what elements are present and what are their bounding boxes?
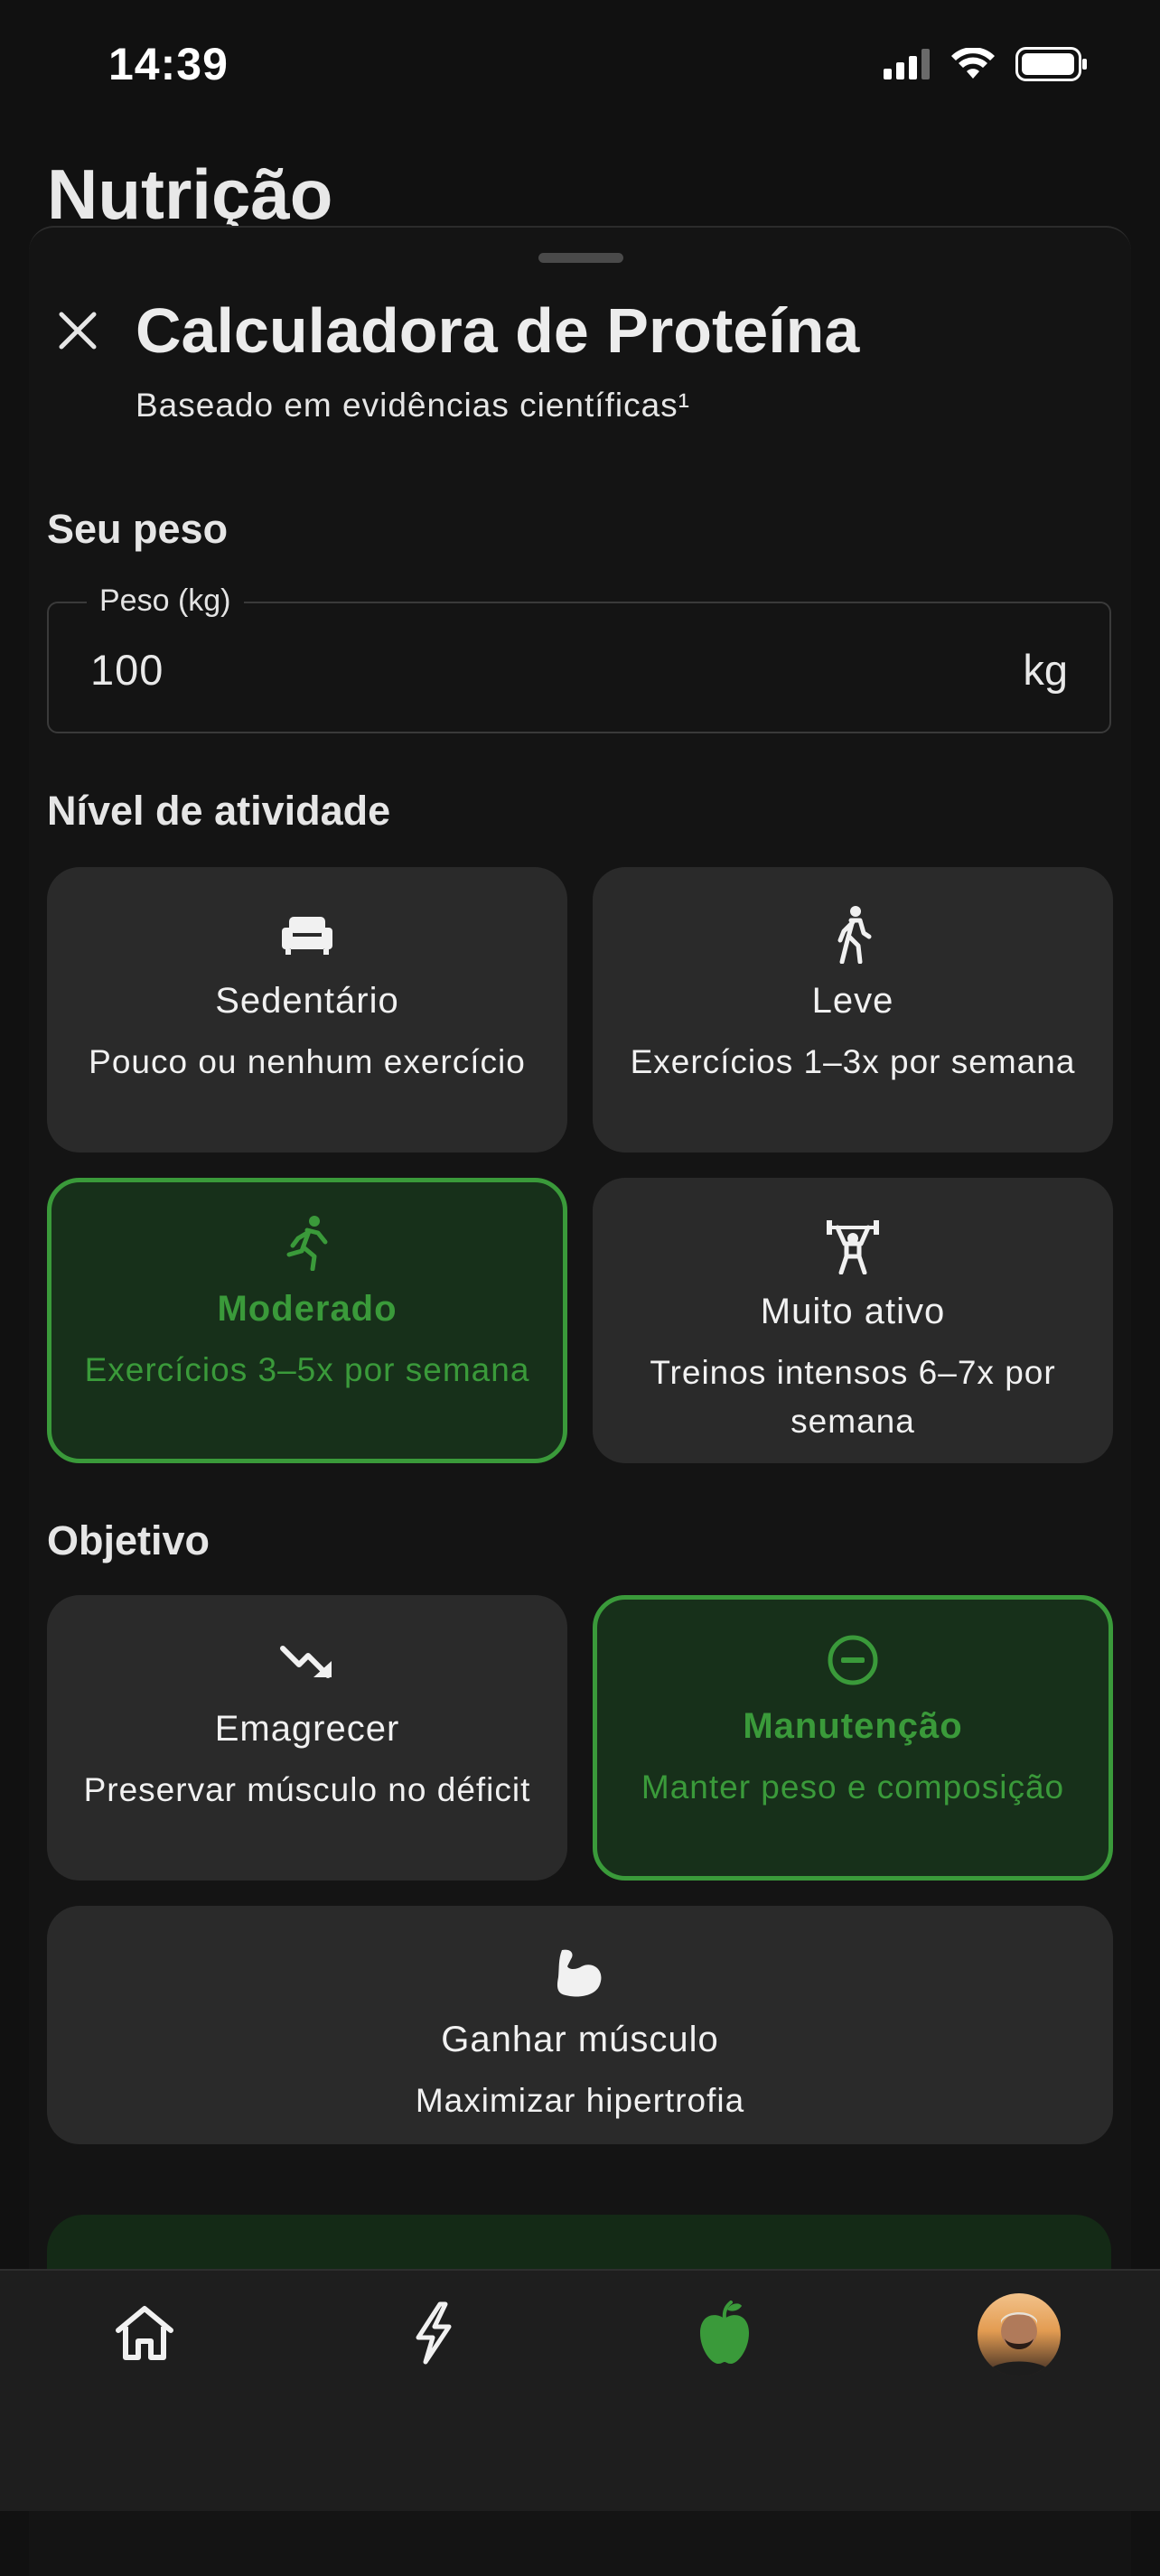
- activity-option-very-active[interactable]: Muito ativo Treinos intensos 6–7x por se…: [593, 1178, 1113, 1463]
- activity-option-title: Leve: [811, 981, 894, 1021]
- activity-option-desc: Exercícios 1–3x por semana: [630, 1043, 1076, 1080]
- sofa-icon: [280, 907, 334, 963]
- flexed-biceps-icon: [553, 1946, 607, 2002]
- goal-section-label: Objetivo: [47, 1517, 210, 1563]
- tab-nutrition[interactable]: [661, 2285, 788, 2385]
- status-time: 14:39: [108, 39, 229, 89]
- activity-option-moderate[interactable]: Moderado Exercícios 3–5x por semana: [47, 1178, 567, 1463]
- goal-option-desc: Maximizar hipertrofia: [415, 2082, 745, 2119]
- goal-option-title: Ganhar músculo: [441, 2020, 719, 2059]
- sheet-grabber[interactable]: [538, 253, 623, 263]
- status-icons: [884, 47, 1088, 86]
- tab-workouts[interactable]: [370, 2285, 497, 2385]
- activity-option-light[interactable]: Leve Exercícios 1–3x por semana: [593, 867, 1113, 1153]
- sheet-title: Calculadora de Proteína: [136, 295, 860, 366]
- tab-home[interactable]: [81, 2285, 208, 2385]
- minus-circle-icon: [826, 1632, 880, 1688]
- weight-unit: kg: [1023, 646, 1068, 694]
- weight-field[interactable]: Peso (kg) 100 kg: [47, 583, 1111, 733]
- activity-option-desc: Treinos intensos 6–7x por semana: [650, 1354, 1056, 1440]
- goal-option-title: Emagrecer: [214, 1709, 400, 1749]
- avatar: [978, 2293, 1061, 2376]
- activity-section-label: Nível de atividade: [47, 788, 391, 834]
- activity-option-title: Sedentário: [215, 981, 399, 1021]
- apple-icon: [697, 2300, 753, 2370]
- trending-down-icon: [279, 1635, 335, 1691]
- weight-field-label: Peso (kg): [87, 583, 244, 619]
- activity-option-desc: Exercícios 3–5x por semana: [84, 1351, 530, 1388]
- goal-option-maintenance[interactable]: Manutenção Manter peso e composição: [593, 1595, 1113, 1881]
- goal-option-desc: Manter peso e composição: [641, 1769, 1065, 1806]
- walking-icon: [833, 906, 873, 964]
- activity-option-sedentary[interactable]: Sedentário Pouco ou nenhum exercício: [47, 867, 567, 1153]
- home-icon: [113, 2303, 176, 2367]
- page-title: Nutrição: [47, 154, 333, 233]
- weightlifting-icon: [825, 1218, 881, 1274]
- close-icon: [56, 309, 99, 357]
- battery-icon: [1015, 47, 1088, 86]
- goal-option-title: Manutenção: [743, 1706, 963, 1746]
- sheet-subtitle: Baseado em evidências científicas¹: [136, 387, 690, 424]
- wifi-icon: [950, 47, 996, 85]
- activity-option-desc: Pouco ou nenhum exercício: [89, 1043, 526, 1080]
- running-icon: [284, 1215, 331, 1271]
- goal-option-lose-weight[interactable]: Emagrecer Preservar músculo no déficit: [47, 1595, 567, 1881]
- activity-option-title: Moderado: [217, 1289, 398, 1329]
- weight-input-value[interactable]: 100: [90, 645, 164, 695]
- close-button[interactable]: [51, 305, 105, 359]
- activity-option-title: Muito ativo: [760, 1292, 946, 1331]
- tab-profile[interactable]: [956, 2285, 1082, 2385]
- status-bar: 14:39: [0, 0, 1160, 126]
- weight-section-label: Seu peso: [47, 506, 229, 552]
- cellular-signal-icon: [884, 49, 931, 84]
- lightning-icon: [413, 2301, 454, 2369]
- goal-option-desc: Preservar músculo no déficit: [83, 1771, 531, 1808]
- goal-option-gain-muscle[interactable]: Ganhar músculo Maximizar hipertrofia: [47, 1906, 1113, 2144]
